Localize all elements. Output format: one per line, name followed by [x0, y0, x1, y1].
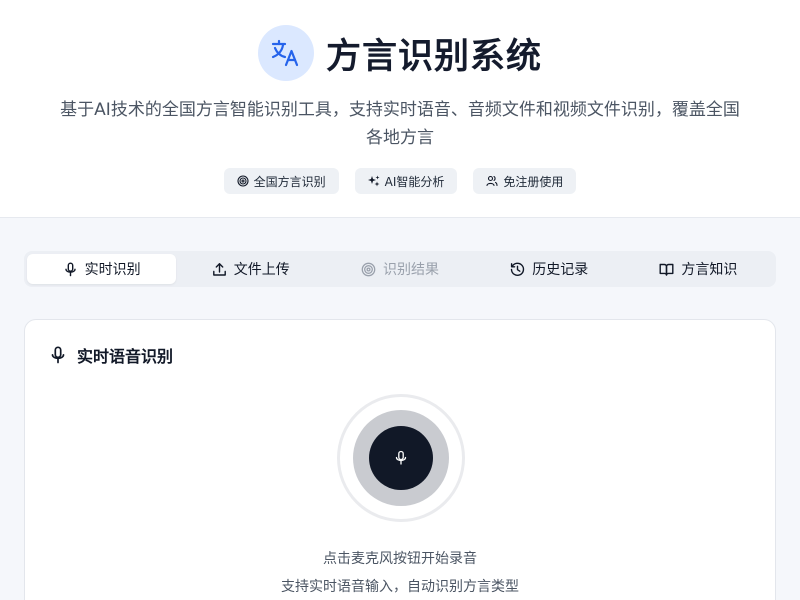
record-mic-button[interactable] — [369, 426, 433, 490]
app-subtitle: 基于AI技术的全国方言智能识别工具，支持实时语音、音频文件和视频文件识别，覆盖全… — [60, 100, 740, 148]
app-title: 方言识别系统 — [325, 36, 542, 77]
translate-icon — [257, 25, 314, 81]
record-subhint: 支持实时语音输入，自动识别方言类型 — [281, 579, 519, 595]
history-icon — [511, 262, 525, 276]
main-tabs: 实时识别 文件上传 识别结果 历史记录 方言知识 — [24, 251, 776, 287]
tab-label: 文件上传 — [233, 262, 290, 278]
realtime-recognition-card: 实时语音识别 点击麦克风按钮开始录音 支持实时语音输入，自动识别方言类型 — [24, 319, 776, 600]
mic-icon — [395, 450, 407, 465]
book-icon — [659, 263, 674, 276]
target-icon — [237, 175, 249, 187]
badge-no-registration: 免注册使用 — [473, 168, 577, 194]
upload-icon — [212, 262, 226, 276]
tab-dialect-knowledge[interactable]: 方言知识 — [624, 254, 773, 284]
tab-history[interactable]: 历史记录 — [475, 254, 624, 284]
badge-dialect-recognition: 全国方言识别 — [223, 168, 339, 194]
tab-file-upload[interactable]: 文件上传 — [176, 254, 325, 284]
mic-button-ring — [353, 410, 449, 506]
target-icon — [361, 262, 376, 276]
feature-badges: 全国方言识别 AI智能分析 免注册使用 — [0, 168, 800, 194]
title-row: 方言识别系统 — [0, 22, 800, 84]
tab-label: 历史记录 — [532, 262, 589, 278]
header: 方言识别系统 基于AI技术的全国方言智能识别工具，支持实时语音、音频文件和视频文… — [0, 0, 800, 218]
tab-results[interactable]: 识别结果 — [325, 254, 474, 284]
record-hint: 点击麦克风按钮开始录音 — [323, 551, 477, 567]
card-title: 实时语音识别 — [49, 344, 173, 366]
mic-icon — [64, 262, 76, 276]
badge-ai-analysis: AI智能分析 — [354, 168, 458, 194]
sparkles-icon — [367, 175, 380, 187]
badge-label: 免注册使用 — [503, 174, 564, 189]
users-icon — [486, 175, 498, 187]
mic-icon — [51, 346, 65, 364]
mic-button-outer-ring — [337, 394, 465, 522]
tab-label: 方言知识 — [681, 262, 738, 278]
badge-label: AI智能分析 — [384, 174, 445, 189]
badge-label: 全国方言识别 — [253, 174, 326, 189]
tab-label: 识别结果 — [383, 262, 439, 278]
tab-label: 实时识别 — [84, 262, 141, 278]
tab-realtime[interactable]: 实时识别 — [27, 254, 177, 284]
card-title-label: 实时语音识别 — [77, 347, 174, 366]
